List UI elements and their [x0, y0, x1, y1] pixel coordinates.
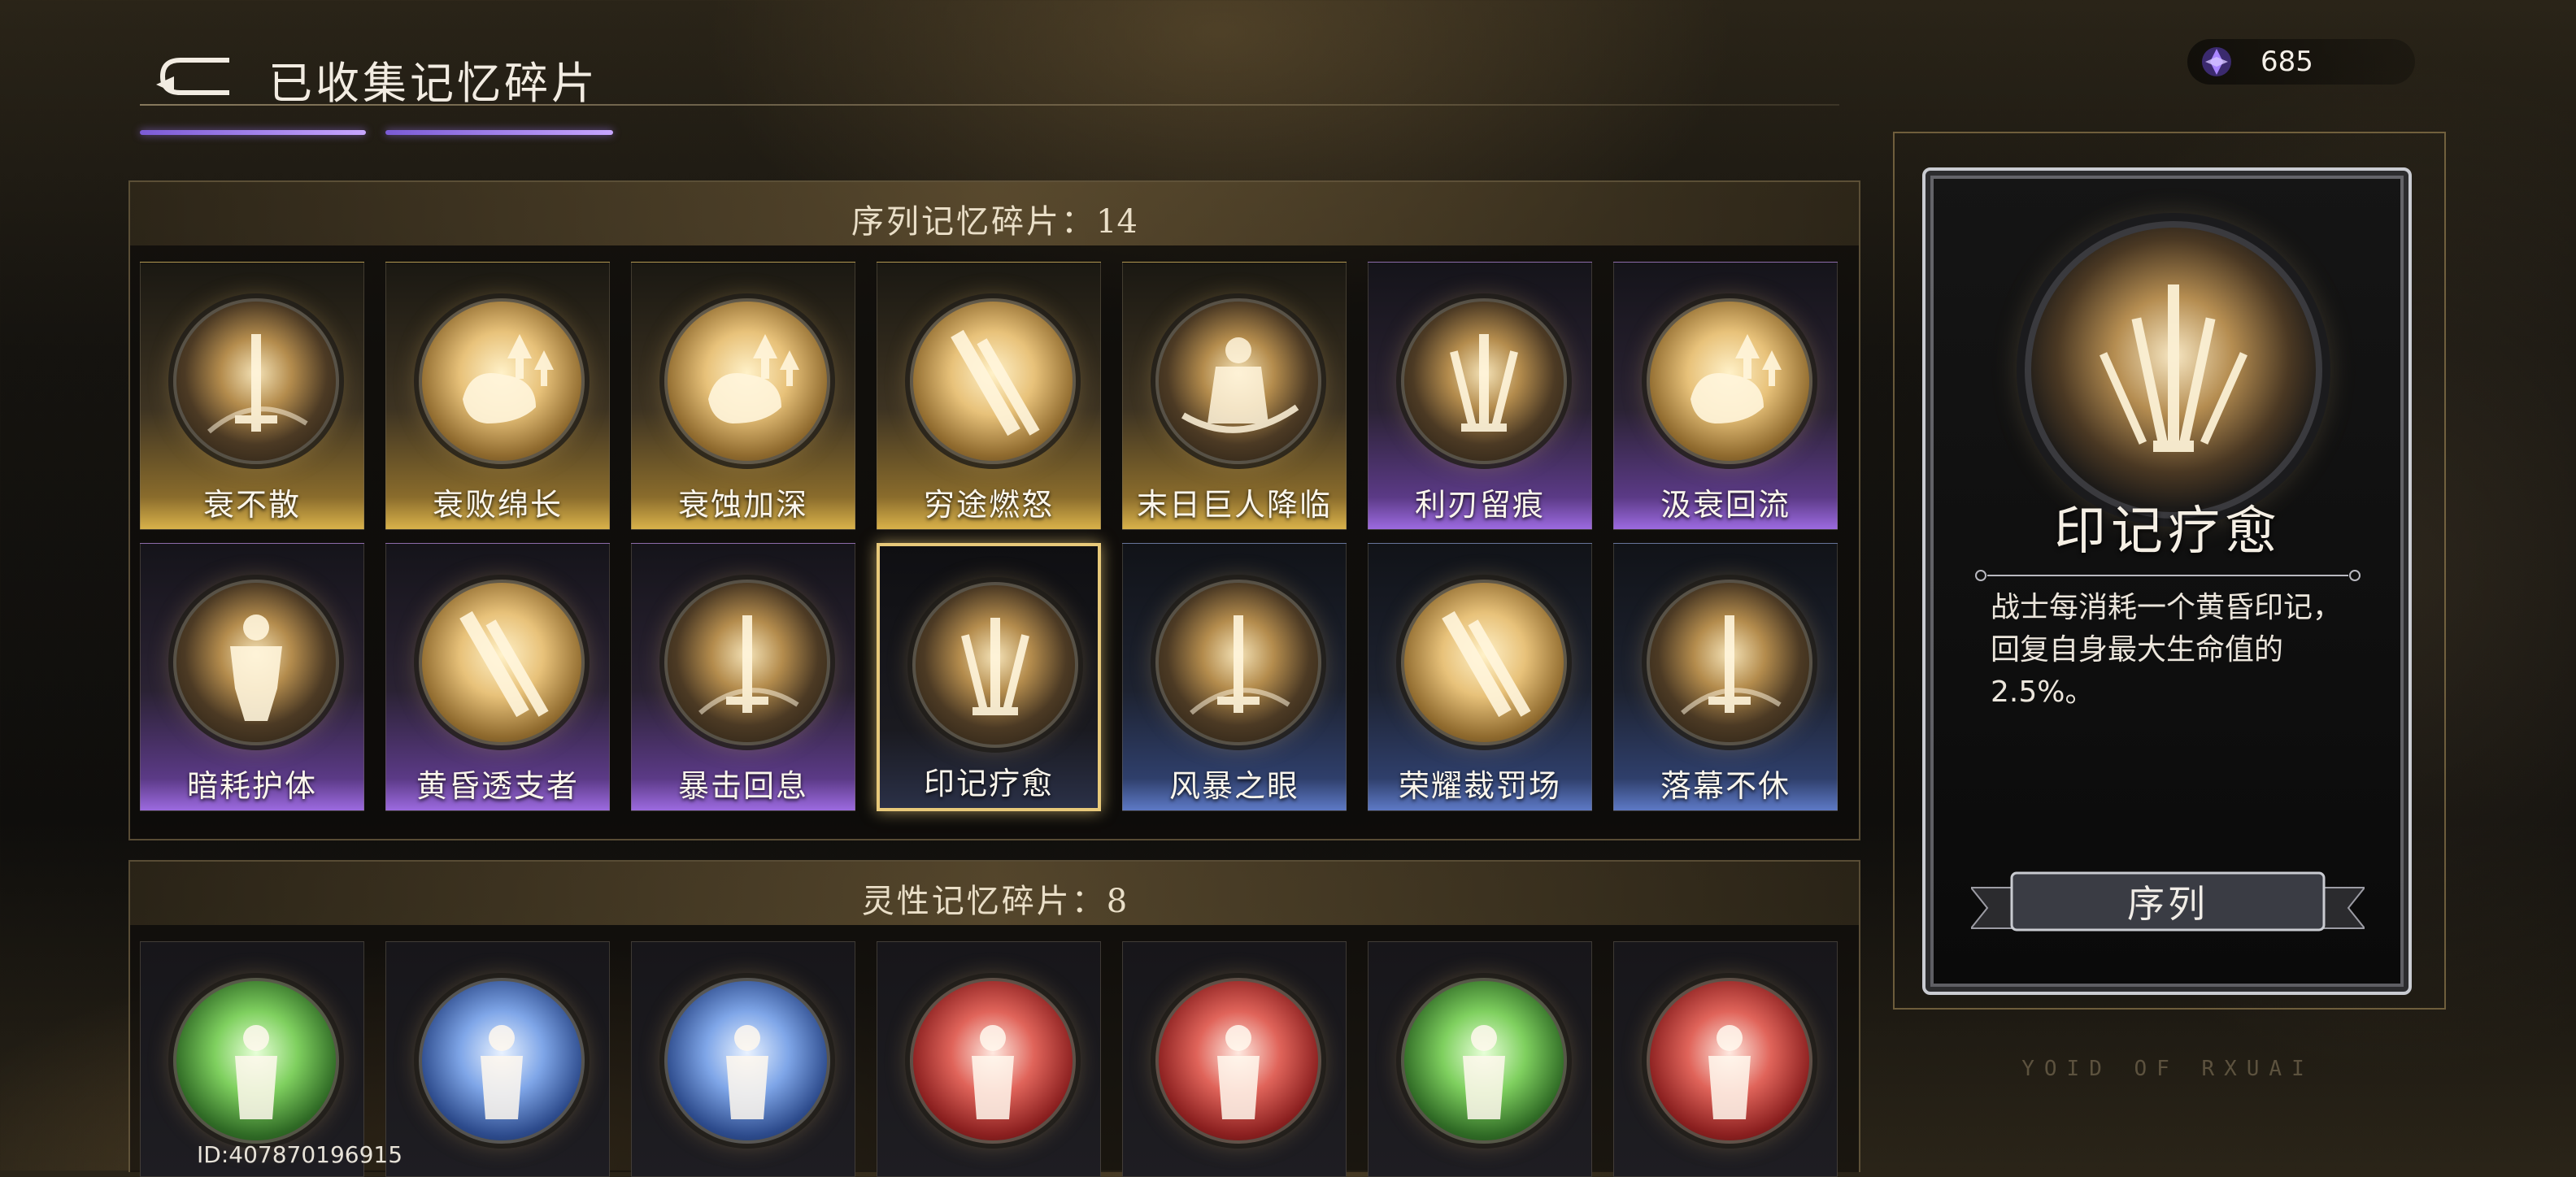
- back-arrow-icon[interactable]: [156, 55, 234, 98]
- fragment-card[interactable]: 荣耀裁罚场: [1368, 543, 1592, 811]
- spirit-fragment-card[interactable]: [1613, 941, 1838, 1177]
- page-title: 已收集记忆碎片: [268, 58, 598, 109]
- fist-up-icon: [1647, 298, 1812, 464]
- spirit-blue-icon: [419, 978, 585, 1144]
- fragment-card-label: 汲衰回流: [1660, 487, 1791, 523]
- spirit-panel-header: 灵性记忆碎片：8: [130, 862, 1859, 925]
- player-id: ID:407870196915: [197, 1141, 403, 1168]
- fragment-card-label: 暴击回息: [677, 768, 808, 804]
- detail-category-label: 序列: [2127, 882, 2208, 926]
- title-divider: [140, 104, 1839, 106]
- spirit-green-icon: [1401, 978, 1567, 1144]
- fist-up-icon: [419, 298, 585, 464]
- fragment-card-label: 暗耗护体: [186, 768, 317, 804]
- fragment-card[interactable]: 衰败绵长: [385, 262, 610, 530]
- fragment-card-label: 末日巨人降临: [1136, 487, 1332, 523]
- fragment-card-label: 衰蚀加深: [677, 487, 808, 523]
- fragment-card-label: 落幕不休: [1660, 768, 1791, 804]
- currency-value: 685: [2261, 46, 2313, 78]
- spirit-green-icon: [173, 978, 339, 1144]
- fragment-card-label: 印记疗愈: [923, 766, 1054, 801]
- sequence-count-value: 14: [1096, 203, 1138, 241]
- fragment-card[interactable]: 印记疗愈: [877, 543, 1101, 811]
- crystal-icon: [2202, 47, 2231, 76]
- detail-description: 战士每消耗一个黄昏印记，回复自身最大生命值的2.5%。: [1991, 591, 2343, 709]
- blades-icon: [1401, 580, 1567, 745]
- fragment-card[interactable]: 暴击回息: [631, 543, 855, 811]
- spirit-fragment-card[interactable]: [385, 941, 610, 1177]
- spirit-red-icon: [910, 978, 1076, 1144]
- spirit-fragment-card[interactable]: [1122, 941, 1347, 1177]
- swords-icon: [1401, 298, 1567, 464]
- fragment-card[interactable]: 穷途燃怒: [877, 262, 1101, 530]
- spirit-blue-icon: [664, 978, 830, 1144]
- blades-icon: [419, 580, 585, 745]
- spirit-red-icon: [1155, 978, 1321, 1144]
- fragment-card-label: 风暴之眼: [1168, 768, 1299, 804]
- fragment-card[interactable]: 汲衰回流: [1613, 262, 1838, 530]
- fragment-detail-card: 印记疗愈 战士每消耗一个黄昏印记，回复自身最大生命值的2.5%。 序列 YOID…: [1893, 132, 2446, 1081]
- fist-up-icon: [664, 298, 830, 464]
- spirit-fragment-card[interactable]: [877, 941, 1101, 1177]
- sword-icon: [664, 580, 830, 745]
- blades-icon: [910, 298, 1076, 464]
- figure-icon: [173, 580, 339, 745]
- fragment-card[interactable]: 利刃留痕: [1368, 262, 1592, 530]
- spirit-fragment-card[interactable]: [1368, 941, 1592, 1177]
- fragment-card[interactable]: 末日巨人降临: [1122, 262, 1347, 530]
- spirit-fragment-card[interactable]: [631, 941, 855, 1177]
- sequence-panel-header: 序列记忆碎片：14: [130, 182, 1859, 245]
- sword-icon: [1647, 580, 1812, 745]
- spirit-count-value: 8: [1106, 883, 1128, 920]
- ornament-divider-icon: [1975, 570, 2361, 581]
- warrior-icon: [1155, 298, 1321, 464]
- fragment-card[interactable]: 衰不散: [140, 262, 364, 530]
- fragment-card-label: 利刃留痕: [1414, 487, 1545, 523]
- fragment-card[interactable]: 衰蚀加深: [631, 262, 855, 530]
- swords-icon: [912, 582, 1078, 748]
- fragment-card[interactable]: 暗耗护体: [140, 543, 364, 811]
- fragment-card-label: 荣耀裁罚场: [1398, 768, 1561, 804]
- sequence-count-label: 序列记忆碎片：: [851, 203, 1097, 241]
- fragment-card[interactable]: 落幕不休: [1613, 543, 1838, 811]
- watermark-text: YOID OF RXUAI: [2021, 1057, 2314, 1081]
- fragment-card[interactable]: 风暴之眼: [1122, 543, 1347, 811]
- spirit-fragments-panel: 灵性记忆碎片：8: [128, 860, 1860, 1177]
- spirit-red-icon: [1647, 978, 1812, 1144]
- tab-indicator-2[interactable]: [385, 130, 613, 135]
- detail-fragment-name: 印记疗愈: [2054, 502, 2282, 562]
- currency-counter: 685: [2187, 39, 2415, 85]
- tab-indicator-1[interactable]: [140, 130, 366, 135]
- sword-icon: [173, 298, 339, 464]
- fragment-card[interactable]: 黄昏透支者: [385, 543, 610, 811]
- top-bar: 已收集记忆碎片 685: [0, 0, 2576, 135]
- fragment-card-label: 黄昏透支者: [416, 768, 579, 804]
- sword-icon: [1155, 580, 1321, 745]
- fragment-card-label: 衰不散: [202, 487, 301, 523]
- fragment-card-label: 穷途燃怒: [923, 487, 1054, 523]
- spirit-count-label: 灵性记忆碎片：: [861, 883, 1107, 920]
- sequence-fragments-panel: 序列记忆碎片：14 衰不散 衰败绵长 衰蚀加深 穷途燃怒 末日巨人降临 利刃留痕 汲衰回流暗…: [128, 180, 1860, 840]
- fragment-card-label: 衰败绵长: [432, 487, 563, 523]
- detail-swords-icon: [2025, 221, 2322, 519]
